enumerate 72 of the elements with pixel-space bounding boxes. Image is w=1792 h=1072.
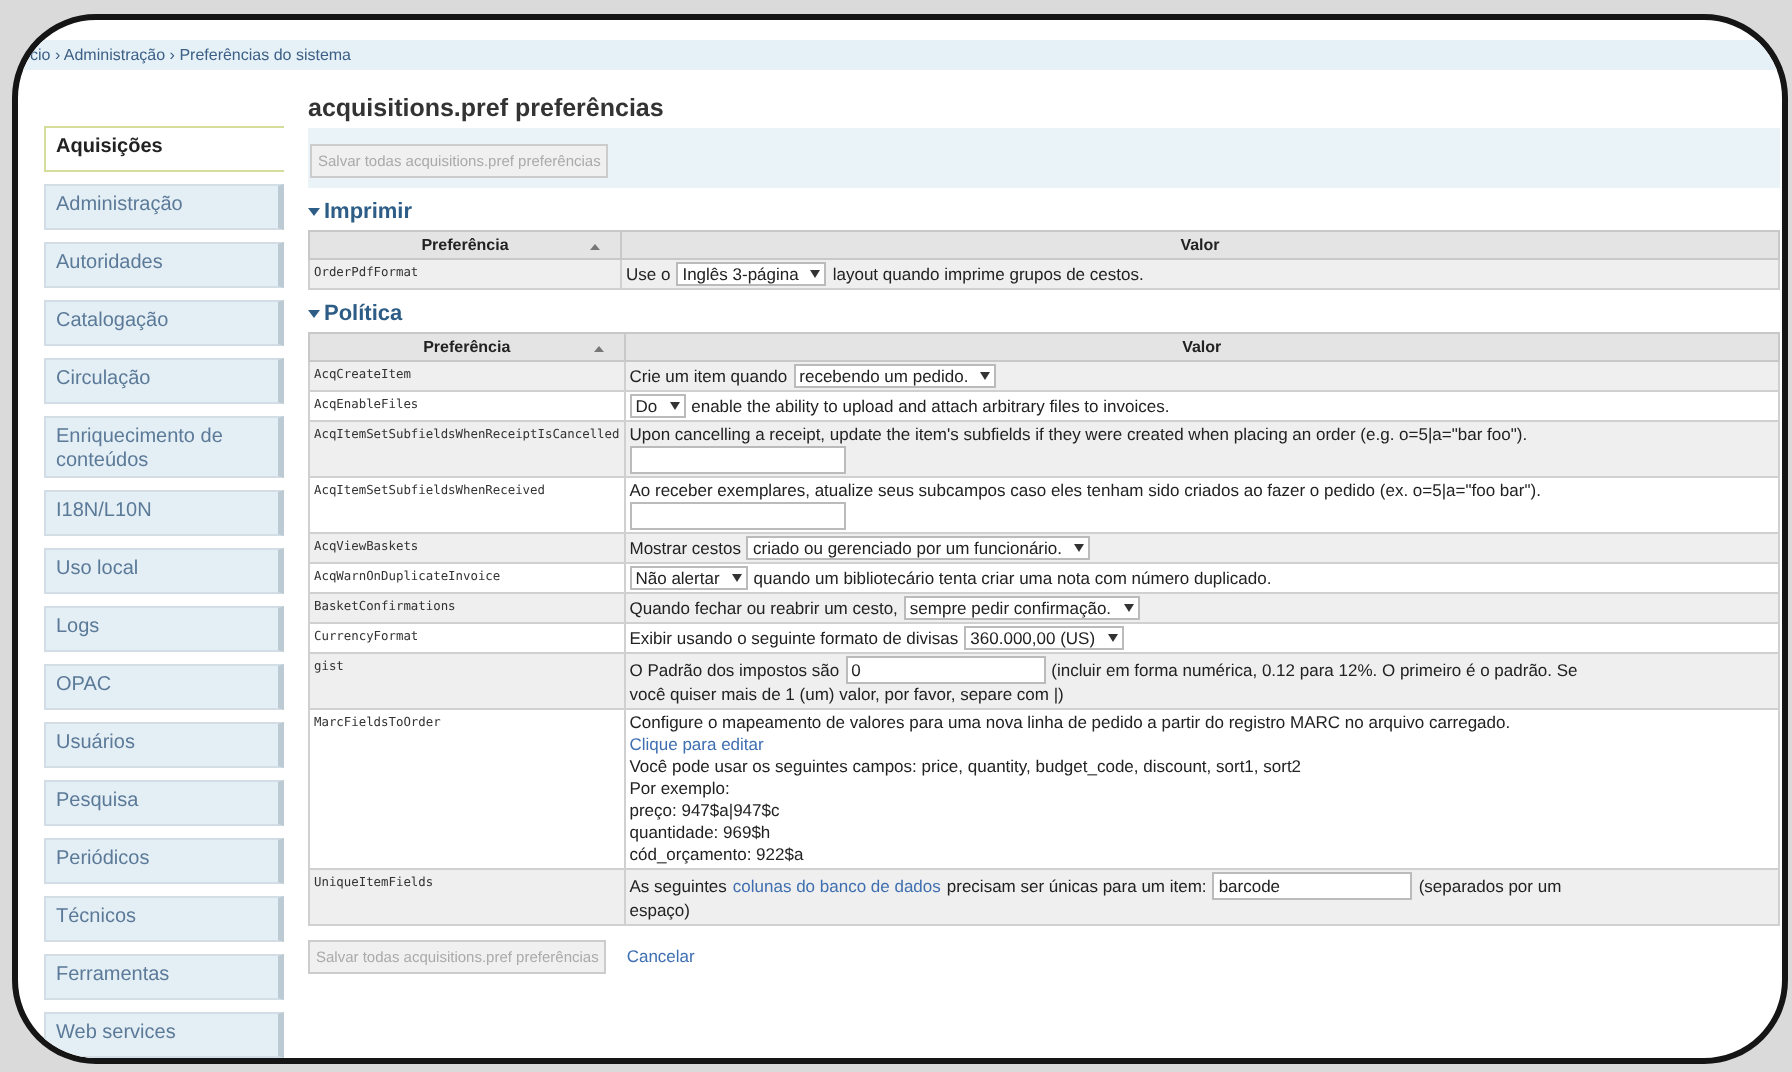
value-text: (incluir em forma numérica, 0.12 para 12%. O primeiro é o padrão. Se xyxy=(1051,659,1578,681)
sidebar-item[interactable]: Aquisições xyxy=(44,126,284,172)
caret-icon[interactable] xyxy=(308,308,320,320)
value-text: preço: 947$a|947$c xyxy=(629,800,780,822)
value-text: O Padrão dos impostos são xyxy=(629,659,840,681)
column-header[interactable]: Valor xyxy=(624,333,1779,361)
dropdown-arrow-icon xyxy=(980,372,991,380)
sidebar-item[interactable]: Catalogação xyxy=(44,300,284,346)
value-text: espaço) xyxy=(629,900,690,922)
value-text: você quiser mais de 1 (um) valor, por favor, separe com |) xyxy=(629,684,1064,706)
column-header[interactable]: Preferência xyxy=(309,333,625,361)
sidebar-item[interactable]: OPAC xyxy=(44,664,284,710)
value-text: quando um bibliotecário tenta criar uma nota com número duplicado. xyxy=(753,567,1272,589)
sidebar-item[interactable]: Enriquecimento de conteúdos xyxy=(44,416,284,478)
sidebar-item[interactable]: Ferramentas xyxy=(44,954,284,1000)
link[interactable]: colunas do banco de dados xyxy=(732,875,941,897)
column-header[interactable]: Valor xyxy=(621,231,1779,259)
sidebar-item[interactable]: Autoridades xyxy=(44,242,284,288)
dropdown-arrow-icon xyxy=(669,402,680,410)
value-text: Configure o mapeamento de valores para uma nova linha de pedido a partir do registro MARC no arquivo carregado. xyxy=(629,712,1511,734)
page-title: acquisitions.pref preferências xyxy=(308,94,666,124)
sidebar-item[interactable]: Técnicos xyxy=(44,896,284,942)
value-text: Upon cancelling a receipt, update the item's subfields if they were created when placing an order (e.g. o=5|a="bar foo"). xyxy=(629,424,1528,446)
sort-icon[interactable] xyxy=(590,244,600,250)
section-heading[interactable]: Imprimir xyxy=(324,200,413,224)
input-field[interactable] xyxy=(629,446,846,474)
dropdown[interactable]: Inglês 3-página xyxy=(676,262,827,286)
dropdown[interactable]: sempre pedir confirmação. xyxy=(903,596,1140,620)
sidebar-item[interactable]: Pesquisa xyxy=(44,780,284,826)
section-heading[interactable]: Política xyxy=(324,302,403,326)
caret-icon[interactable] xyxy=(308,206,320,218)
value-text: Mostrar cestos xyxy=(629,537,741,559)
sidebar-item[interactable]: Administração xyxy=(44,184,284,230)
input-field[interactable] xyxy=(629,502,846,530)
column-header[interactable]: Preferência xyxy=(309,231,621,259)
sidebar-item[interactable]: Periódicos xyxy=(44,838,284,884)
dropdown-arrow-icon xyxy=(1074,544,1084,552)
value-text: precisam ser únicas para um item: xyxy=(946,875,1207,897)
sort-icon[interactable] xyxy=(593,346,604,352)
value-text: Quando fechar ou reabrir um cesto, xyxy=(629,597,898,619)
value-text: cód_orçamento: 922$a xyxy=(629,844,804,866)
value-text: Ao receber exemplares, atualize seus subcampos caso eles tenham sido criados ao fazer o pedido (ex. o=5|a="foo bar"). xyxy=(629,480,1541,502)
sidebar-item[interactable]: I18N/L10N xyxy=(44,490,284,536)
value-text: Exibir usando o seguinte formato de divisas xyxy=(629,627,959,649)
dropdown[interactable]: Não alertar xyxy=(629,566,748,590)
value-text: enable the ability to upload and attach arbitrary files to invoices. xyxy=(691,395,1170,417)
cancel-link[interactable]: Cancelar xyxy=(626,944,695,970)
value-text: Por exemplo: xyxy=(629,778,730,800)
dropdown-arrow-icon xyxy=(731,574,742,582)
value-text: As seguintes xyxy=(629,875,727,897)
sidebar-item[interactable]: Web services xyxy=(44,1012,284,1058)
input-field[interactable]: 0 xyxy=(845,656,1046,684)
dropdown[interactable]: criado ou gerenciado por um funcionário. xyxy=(746,536,1090,560)
value-text: quantidade: 969$h xyxy=(629,822,771,844)
value-text: Crie um item quando xyxy=(629,365,788,387)
value-text: Use o xyxy=(626,263,671,285)
sidebar-item[interactable]: Usuários xyxy=(44,722,284,768)
value-text: layout quando imprime grupos de cestos. xyxy=(832,263,1144,285)
dropdown[interactable]: recebendo um pedido. xyxy=(793,364,997,388)
dropdown-arrow-icon xyxy=(810,270,821,278)
breadcrumb: cio › Administração › Preferências do sistema xyxy=(30,43,352,67)
sidebar-item[interactable]: Uso local xyxy=(44,548,284,594)
value-text: Você pode usar os seguintes campos: price, quantity, budget_code, discount, sort1, sort2 xyxy=(629,756,1302,778)
link[interactable]: Clique para editar xyxy=(629,734,764,756)
sidebar-item[interactable]: Circulação xyxy=(44,358,284,404)
dropdown-arrow-icon xyxy=(1123,604,1134,612)
dropdown[interactable]: 360.000,00 (US) xyxy=(964,626,1124,650)
sidebar-item[interactable]: Logs xyxy=(44,606,284,652)
dropdown[interactable]: Do xyxy=(629,394,686,418)
value-text: (separados por um xyxy=(1418,875,1562,897)
input-field[interactable]: barcode xyxy=(1212,872,1413,900)
dropdown-arrow-icon xyxy=(1107,634,1118,642)
